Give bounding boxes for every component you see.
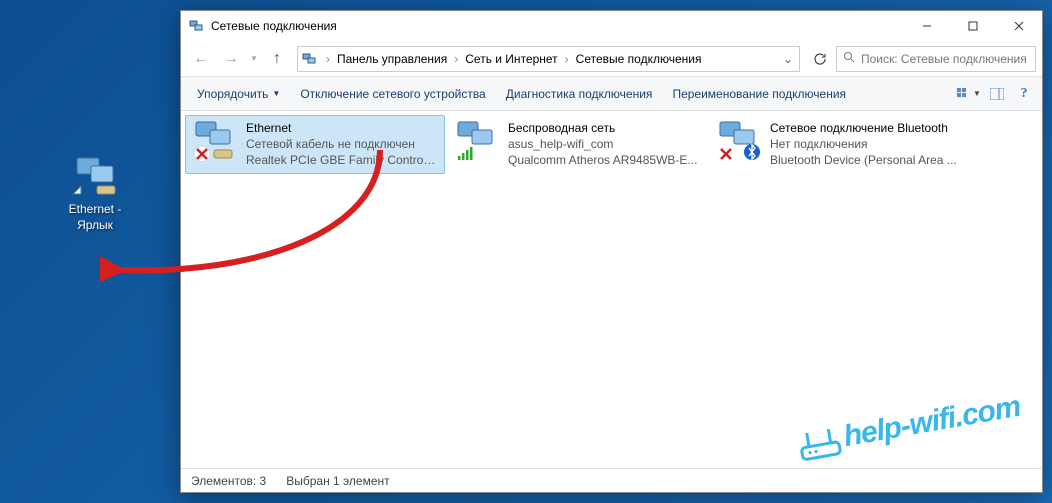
connection-item-ethernet[interactable]: Ethernet Сетевой кабель не подключен Rea… xyxy=(185,115,445,174)
connection-device: Qualcomm Atheros AR9485WB-E... xyxy=(508,152,697,168)
connection-name: Сетевое подключение Bluetooth xyxy=(770,120,957,136)
breadcrumb-control-panel[interactable]: Панель управления xyxy=(334,50,450,68)
window-title: Сетевые подключения xyxy=(211,19,904,33)
connection-status: asus_help-wifi_com xyxy=(508,136,697,152)
chevron-right-icon: › xyxy=(324,52,332,66)
breadcrumb-network-internet[interactable]: Сеть и Интернет xyxy=(462,50,560,68)
refresh-button[interactable] xyxy=(806,46,834,72)
up-button[interactable]: ↑ xyxy=(263,45,291,73)
titlebar[interactable]: Сетевые подключения xyxy=(181,11,1042,41)
search-placeholder: Поиск: Сетевые подключения xyxy=(861,52,1027,66)
forward-button[interactable]: → xyxy=(217,45,245,73)
navigation-bar: ← → ▾ ↑ › Панель управления › Сеть и Инт… xyxy=(181,41,1042,77)
connection-device: Bluetooth Device (Personal Area ... xyxy=(770,152,957,168)
desktop-shortcut-ethernet[interactable]: Ethernet - Ярлык xyxy=(50,150,140,233)
item-count: Элементов: 3 xyxy=(191,474,266,488)
preview-pane-button[interactable] xyxy=(984,82,1010,106)
status-bar: Элементов: 3 Выбран 1 элемент xyxy=(181,468,1042,492)
disable-device-command[interactable]: Отключение сетевого устройства xyxy=(290,83,495,105)
connection-status: Нет подключения xyxy=(770,136,957,152)
breadcrumb-network-connections[interactable]: Сетевые подключения xyxy=(573,50,705,68)
bluetooth-adapter-icon xyxy=(716,120,764,162)
rename-command[interactable]: Переименование подключения xyxy=(662,83,856,105)
window-icon xyxy=(189,18,205,34)
diagnose-command[interactable]: Диагностика подключения xyxy=(496,83,663,105)
wireless-adapter-icon xyxy=(454,120,502,162)
connection-status: Сетевой кабель не подключен xyxy=(246,136,438,152)
network-adapter-icon xyxy=(71,150,119,198)
connection-name: Беспроводная сеть xyxy=(508,120,697,136)
back-button[interactable]: ← xyxy=(187,45,215,73)
connection-device: Realtek PCIe GBE Family Controller xyxy=(246,152,438,168)
search-box[interactable]: Поиск: Сетевые подключения xyxy=(836,46,1036,72)
chevron-right-icon: › xyxy=(452,52,460,66)
connection-item-bluetooth[interactable]: Сетевое подключение Bluetooth Нет подклю… xyxy=(709,115,969,174)
recent-locations-dropdown[interactable]: ▾ xyxy=(247,45,261,73)
close-button[interactable] xyxy=(996,11,1042,41)
connection-name: Ethernet xyxy=(246,120,438,136)
minimize-button[interactable] xyxy=(904,11,950,41)
ethernet-adapter-icon xyxy=(192,120,240,162)
chevron-right-icon: › xyxy=(563,52,571,66)
view-options-button[interactable]: ▼ xyxy=(956,82,982,106)
search-icon xyxy=(843,51,855,66)
maximize-button[interactable] xyxy=(950,11,996,41)
connection-item-wireless[interactable]: Беспроводная сеть asus_help-wifi_com Qua… xyxy=(447,115,707,174)
organize-menu[interactable]: Упорядочить▼ xyxy=(187,83,290,105)
desktop-shortcut-label: Ethernet - Ярлык xyxy=(50,202,140,233)
help-button[interactable]: ? xyxy=(1012,82,1036,106)
network-connections-icon xyxy=(302,51,318,67)
address-history-dropdown[interactable]: ⌄ xyxy=(779,52,797,66)
address-bar[interactable]: › Панель управления › Сеть и Интернет › … xyxy=(297,46,800,72)
selection-count: Выбран 1 элемент xyxy=(286,474,389,488)
command-bar: Упорядочить▼ Отключение сетевого устройс… xyxy=(181,77,1042,111)
